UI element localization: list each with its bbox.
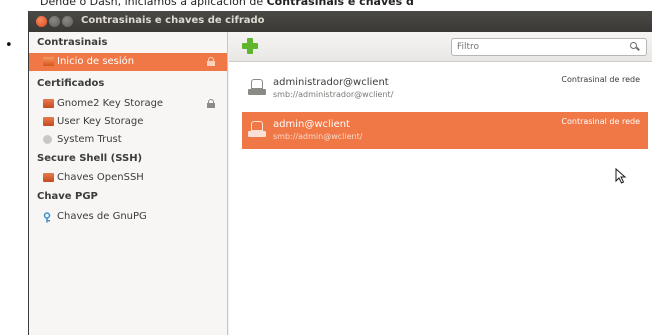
section-header-pgp: Chave PGP bbox=[37, 191, 98, 202]
section-header-certificates: Certificados bbox=[37, 78, 105, 89]
keyring-icon bbox=[43, 57, 54, 66]
certificate-icon bbox=[43, 173, 54, 182]
search-input[interactable] bbox=[451, 38, 647, 56]
window-title: Contrasinais e chaves de cifrado bbox=[81, 15, 265, 26]
window-titlebar[interactable]: Contrasinais e chaves de cifrado bbox=[29, 11, 652, 32]
entry-name: administrador@wclient bbox=[273, 77, 389, 88]
entry-path: smb://administrador@wclient/ bbox=[273, 90, 394, 99]
certificate-icon bbox=[43, 99, 54, 108]
add-item-button[interactable] bbox=[242, 38, 258, 54]
intro-text: Dende o Dash, iniciamos a aplicación de bbox=[40, 0, 267, 8]
list-item[interactable]: administrador@wclient smb://administrado… bbox=[242, 70, 648, 107]
entry-path: smb://admin@wclient/ bbox=[273, 132, 363, 141]
sidebar: Contrasinais Inicio de sesión Certificad… bbox=[29, 32, 228, 335]
network-computer-icon bbox=[248, 79, 266, 97]
minimize-window-button[interactable] bbox=[49, 16, 60, 27]
list-bullet: • bbox=[5, 38, 13, 53]
section-header-passwords: Contrasinais bbox=[37, 37, 108, 48]
sidebar-item-gnupg-keys[interactable]: Chaves de GnuPG bbox=[29, 208, 227, 226]
toolbar bbox=[229, 32, 652, 62]
sidebar-item-label: Gnome2 Key Storage bbox=[57, 98, 164, 109]
main-pane: administrador@wclient smb://administrado… bbox=[229, 32, 652, 335]
sidebar-item-login-keyring[interactable]: Inicio de sesión bbox=[29, 53, 227, 71]
sidebar-item-label: Chaves OpenSSH bbox=[57, 172, 144, 183]
sidebar-item-label: System Trust bbox=[57, 134, 122, 145]
sidebar-item-label: Chaves de GnuPG bbox=[57, 211, 147, 222]
sidebar-item-openssh-keys[interactable]: Chaves OpenSSH bbox=[29, 169, 227, 187]
lock-icon bbox=[207, 57, 215, 66]
certificate-icon bbox=[43, 117, 54, 126]
entry-type: Contrasinal de rede bbox=[561, 117, 640, 126]
sidebar-item-system-trust[interactable]: System Trust bbox=[29, 131, 227, 149]
intro-app-name: Contrasinais e chaves d bbox=[266, 0, 414, 8]
sidebar-item-label: Inicio de sesión bbox=[57, 56, 135, 67]
list-item[interactable]: admin@wclient smb://admin@wclient/ Contr… bbox=[242, 112, 648, 149]
entry-type: Contrasinal de rede bbox=[561, 75, 640, 84]
gpg-key-icon bbox=[43, 212, 54, 223]
lock-icon bbox=[207, 99, 215, 108]
search-icon[interactable] bbox=[630, 42, 640, 51]
trust-icon bbox=[43, 135, 52, 144]
maximize-window-button[interactable] bbox=[62, 16, 73, 27]
entry-name: admin@wclient bbox=[273, 119, 350, 130]
mouse-pointer-icon bbox=[615, 168, 627, 184]
sidebar-item-user-key-storage[interactable]: User Key Storage bbox=[29, 113, 227, 131]
seahorse-window: Contrasinais e chaves de cifrado Contras… bbox=[28, 11, 652, 335]
close-window-button[interactable] bbox=[36, 16, 47, 27]
section-header-ssh: Secure Shell (SSH) bbox=[37, 153, 143, 164]
sidebar-item-gnome2-key-storage[interactable]: Gnome2 Key Storage bbox=[29, 95, 227, 113]
network-computer-icon bbox=[248, 121, 266, 139]
document-intro-line: Dende o Dash, iniciamos a aplicación de … bbox=[0, 0, 652, 10]
sidebar-item-label: User Key Storage bbox=[57, 116, 144, 127]
